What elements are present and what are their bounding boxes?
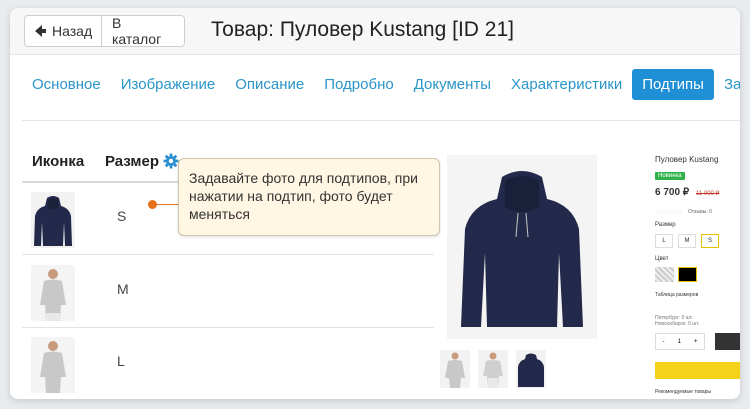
product-thumbnail[interactable]	[440, 350, 470, 388]
product-preview: Пуловер Kustang Новинка 6 700 ₽ 11 000 ₽…	[440, 155, 740, 399]
tab-characteristics[interactable]: Характеристики	[501, 69, 632, 100]
preview-old-price: 11 000 ₽	[696, 191, 720, 197]
preview-product-title: Пуловер Kustang	[655, 155, 719, 164]
tab-image[interactable]: Изображение	[111, 69, 226, 100]
color-swatch-grey[interactable]	[655, 267, 674, 282]
stock-info: Петербург: 0 шт. Новосибирск: 0 шт.	[655, 315, 735, 327]
recommended-heading: Рекомендуемые товары	[655, 389, 712, 395]
product-thumbnail[interactable]	[516, 350, 546, 388]
new-badge: Новинка	[655, 172, 685, 180]
table-row[interactable]: L	[22, 328, 434, 399]
gear-icon[interactable]	[163, 153, 179, 169]
size-option[interactable]: L	[655, 234, 673, 248]
subtype-image[interactable]	[31, 265, 75, 321]
tab-bar: Основное Изображение Описание Подробно Д…	[22, 69, 740, 100]
size-value: S	[117, 208, 127, 224]
tabs-divider	[22, 120, 740, 121]
subtype-image[interactable]	[31, 337, 75, 393]
product-thumbnail[interactable]	[478, 350, 508, 388]
subtype-image[interactable]	[31, 192, 75, 248]
tab-main[interactable]: Основное	[22, 69, 111, 100]
tab-documents[interactable]: Документы	[404, 69, 501, 100]
header-bar: Назад В каталог Товар: Пуловер Kustang […	[10, 8, 740, 55]
column-header-icon: Иконка	[32, 153, 85, 170]
tab-more[interactable]: Заг	[714, 69, 740, 100]
tab-description[interactable]: Описание	[225, 69, 314, 100]
qty-value: 1	[677, 338, 681, 345]
buy-button[interactable]	[655, 362, 740, 379]
rating-stars: ☆☆☆☆☆	[655, 209, 682, 216]
size-value: L	[117, 353, 125, 369]
catalog-button[interactable]: В каталог	[101, 15, 185, 47]
size-option-selected[interactable]: S	[701, 234, 719, 248]
stock-line: Новосибирск: 0 шт.	[655, 321, 700, 327]
tab-details[interactable]: Подробно	[314, 69, 403, 100]
table-row[interactable]: M	[22, 256, 434, 328]
reviews-count: Отзывы: 0	[688, 209, 712, 215]
hint-connector	[156, 204, 178, 205]
hint-tooltip: Задавайте фото для подтипов, при нажатии…	[178, 158, 440, 236]
cart-button[interactable]	[715, 333, 740, 350]
arrow-left-icon	[35, 25, 46, 37]
color-label: Цвет	[655, 256, 669, 262]
catalog-button-label: В каталог	[112, 15, 162, 47]
preview-price: 6 700 ₽	[655, 187, 690, 198]
size-value: M	[117, 281, 129, 297]
product-main-image	[447, 155, 597, 339]
qty-plus[interactable]: +	[694, 339, 698, 345]
qty-minus[interactable]: -	[663, 339, 665, 345]
page-title: Товар: Пуловер Kustang [ID 21]	[211, 18, 514, 41]
window: Назад В каталог Товар: Пуловер Kustang […	[10, 8, 740, 399]
column-header-size: Размер	[105, 153, 160, 170]
size-table-link[interactable]: Таблица размеров	[655, 292, 698, 298]
size-option[interactable]: M	[678, 234, 696, 248]
color-swatch-black[interactable]	[678, 267, 697, 282]
product-thumbnails	[440, 350, 546, 388]
back-button[interactable]: Назад	[24, 15, 102, 47]
back-button-label: Назад	[52, 23, 93, 39]
tab-subtypes[interactable]: Подтипы	[632, 69, 714, 100]
size-label: Размер	[655, 222, 676, 228]
quantity-stepper[interactable]: - 1 +	[655, 333, 705, 350]
